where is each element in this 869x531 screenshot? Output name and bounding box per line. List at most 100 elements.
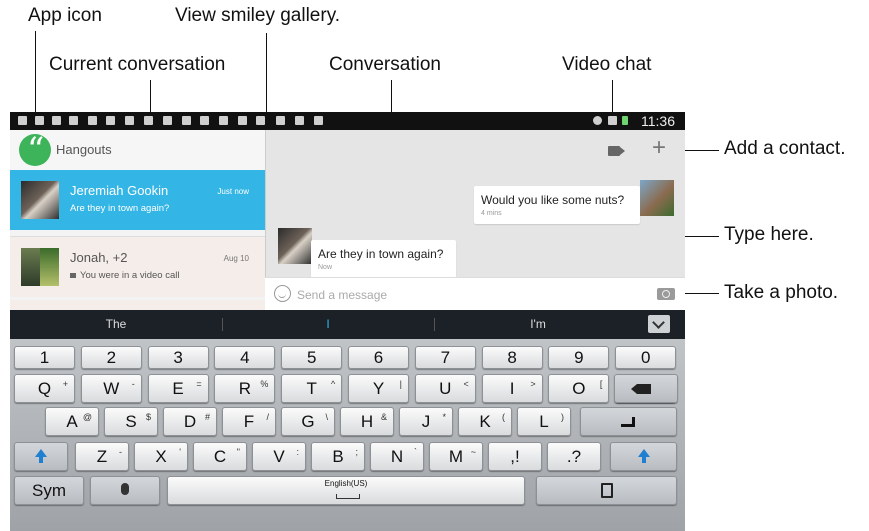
suggestion[interactable]: I <box>268 317 388 331</box>
key-label: J <box>421 412 431 431</box>
video-call-icon <box>70 273 76 278</box>
sym-key[interactable]: Sym <box>14 476 84 505</box>
key-label: G <box>301 412 315 431</box>
key-r[interactable]: R% <box>214 374 276 403</box>
chevron-down-icon[interactable] <box>648 315 670 333</box>
key-label: Y <box>372 379 385 398</box>
key-3[interactable]: 3 <box>147 346 209 369</box>
key-i[interactable]: I > <box>481 374 543 403</box>
key-label: 5 <box>306 348 317 367</box>
key-5[interactable]: 5 <box>281 346 343 369</box>
suggestion-divider <box>434 318 435 331</box>
message-text: Are they in town again? <box>318 247 444 261</box>
key-h[interactable]: H & <box>340 407 394 436</box>
key-alt-symbol: - <box>131 379 135 389</box>
key-t[interactable]: T ^ <box>281 374 343 403</box>
suggestion[interactable]: I'm <box>478 317 598 331</box>
key-alt-symbol: & <box>380 412 387 422</box>
key-label: 1 <box>39 348 50 367</box>
avatar <box>278 228 312 264</box>
suggestion[interactable]: The <box>56 317 176 331</box>
key-alt-symbol: ) <box>561 412 564 422</box>
shift-key-left[interactable] <box>14 442 68 471</box>
key-2[interactable]: 2 <box>80 346 142 369</box>
key-alt-symbol: > <box>530 379 536 389</box>
key-q[interactable]: Q + <box>14 374 75 403</box>
avatar <box>21 248 40 286</box>
callout-add-contact: Add a contact. <box>724 138 846 159</box>
key-alt-symbol: @ <box>82 412 92 422</box>
key-e[interactable]: E = <box>147 374 209 403</box>
key-1[interactable]: 1 <box>14 346 75 369</box>
key-9[interactable]: 9 <box>548 346 610 369</box>
key-j[interactable]: J * <box>399 407 453 436</box>
key-z[interactable]: Z- <box>75 442 129 471</box>
space-key[interactable]: English(US) <box>167 476 525 505</box>
message-bubble-outgoing: Would you like some nuts? 4 mins <box>474 186 640 224</box>
key-alt-symbol: % <box>260 379 269 389</box>
key-f[interactable]: F / <box>222 407 276 436</box>
download-icon <box>295 116 304 125</box>
notification-icon <box>200 116 209 125</box>
message-input[interactable] <box>295 283 639 307</box>
key-6[interactable]: 6 <box>348 346 409 369</box>
key-d[interactable]: D # <box>163 407 217 436</box>
key-l[interactable]: L) <box>517 407 571 436</box>
notification-icon <box>18 116 27 125</box>
key-n[interactable]: N ` <box>370 442 424 471</box>
key-4[interactable]: 4 <box>214 346 276 369</box>
mail-icon <box>163 116 172 125</box>
key-v[interactable]: V: <box>252 442 306 471</box>
smiley-icon[interactable] <box>274 285 291 302</box>
key-alt-symbol: # <box>204 412 210 422</box>
conversation-name: Jonah, +2 <box>70 250 128 265</box>
key-m[interactable]: M ~ <box>429 442 483 471</box>
key-label: 8 <box>507 348 517 367</box>
key-0[interactable]: 0 <box>615 346 677 369</box>
key-alt-symbol: $ <box>145 412 151 422</box>
key-label: 4 <box>240 348 250 367</box>
conversation-item-current[interactable]: Jeremiah Gookin Just now Are they in tow… <box>10 170 265 230</box>
conversation-item[interactable]: Jonah, +2 Aug 10 You were in a video cal… <box>10 236 265 297</box>
key-w[interactable]: W- <box>80 374 142 403</box>
shift-key-right[interactable] <box>610 442 677 471</box>
key-y[interactable]: Y | <box>348 374 409 403</box>
key-period[interactable]: .? <box>547 442 601 471</box>
key-label: I <box>509 379 515 398</box>
key-label: Z <box>96 447 108 466</box>
key-o[interactable]: O[ <box>548 374 610 403</box>
key-label: English(US) <box>324 479 368 488</box>
key-8[interactable]: 8 <box>481 346 543 369</box>
callout-video-chat: Video chat <box>562 54 652 75</box>
key-k[interactable]: K( <box>458 407 512 436</box>
notification-icon <box>125 116 134 125</box>
conversation-item[interactable] <box>10 300 265 310</box>
key-7[interactable]: 7 <box>414 346 476 369</box>
notification-icon <box>276 116 285 125</box>
hangouts-app-icon[interactable] <box>19 130 51 170</box>
key-x[interactable]: X ' <box>134 442 188 471</box>
notification-icon <box>35 116 44 125</box>
voice-input-key[interactable] <box>90 476 160 505</box>
key-alt-symbol: - <box>119 447 122 457</box>
clipboard-key[interactable] <box>536 476 677 505</box>
video-chat-icon[interactable] <box>608 146 620 156</box>
shift-icon <box>35 449 47 463</box>
enter-key[interactable] <box>580 407 677 436</box>
add-contact-icon[interactable]: + <box>652 134 666 162</box>
clipboard-icon <box>600 483 613 498</box>
backspace-key[interactable] <box>614 374 678 403</box>
key-alt-symbol: | <box>399 379 402 389</box>
callout-take-photo: Take a photo. <box>724 282 839 303</box>
key-label: ,! <box>510 447 520 466</box>
key-a[interactable]: A @ <box>45 407 99 436</box>
key-c[interactable]: C " <box>193 442 247 471</box>
key-label: U <box>439 379 452 398</box>
camera-icon[interactable] <box>657 288 675 300</box>
key-g[interactable]: G \ <box>281 407 335 436</box>
key-label: C <box>213 447 227 466</box>
key-comma[interactable]: ,! <box>488 442 542 471</box>
key-b[interactable]: B; <box>311 442 365 471</box>
key-u[interactable]: U < <box>414 374 476 403</box>
key-s[interactable]: S $ <box>104 407 158 436</box>
